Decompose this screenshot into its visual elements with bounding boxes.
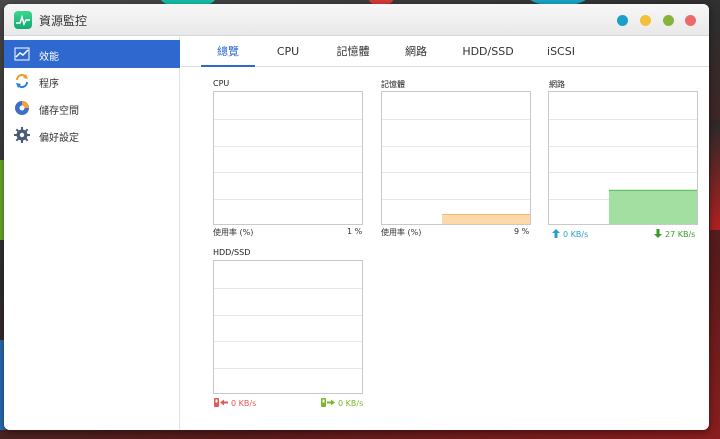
resource-monitor-app-icon: [14, 11, 32, 29]
memory-usage-chart: [381, 91, 531, 225]
tab-bar: 總覽 CPU 記憶體 網路 HDD/SSD iSCSI: [181, 37, 709, 67]
network-upload-value: 0 KB/s: [563, 230, 589, 239]
desktop-wallpaper-edge: [710, 120, 720, 230]
tab-overview[interactable]: 總覽: [201, 37, 255, 67]
cpu-usage-value: 1 %: [347, 227, 363, 236]
disk-write-icon: [321, 398, 335, 407]
performance-chart-icon: [14, 46, 30, 62]
cpu-panel-title: CPU: [213, 79, 230, 88]
network-upload-rate: 0 KB/s: [552, 229, 588, 239]
disk-throughput-chart: [213, 260, 363, 394]
memory-usage-label: 使用率 (%): [381, 228, 422, 237]
sidebar-item-performance[interactable]: 效能: [4, 40, 180, 68]
tab-memory[interactable]: 記憶體: [327, 37, 379, 67]
tab-hdd-ssd[interactable]: HDD/SSD: [453, 37, 523, 67]
memory-panel-title: 記憶體: [381, 80, 405, 89]
memory-usage-value: 9 %: [514, 227, 530, 236]
sidebar-item-label: 偏好設定: [39, 133, 79, 144]
maximize-button[interactable]: [663, 15, 674, 26]
info-button[interactable]: [617, 15, 628, 26]
network-panel-title: 網路: [549, 80, 565, 89]
network-throughput-chart: [548, 91, 698, 225]
disk-read-icon: [214, 398, 228, 407]
network-download-rate: 27 KB/s: [654, 229, 695, 239]
disk-read-value: 0 KB/s: [231, 399, 257, 408]
memory-usage-graph: [382, 119, 530, 224]
sidebar-item-preferences[interactable]: 偏好設定: [4, 121, 180, 149]
cpu-usage-graph: [214, 119, 363, 225]
close-button[interactable]: [685, 15, 696, 26]
sidebar-item-label: 儲存空間: [39, 106, 79, 117]
storage-disk-icon: [14, 100, 30, 116]
sidebar-item-label: 程序: [39, 79, 59, 90]
disk-panel-title: HDD/SSD: [213, 248, 251, 257]
main-content: 總覽 CPU 記憶體 網路 HDD/SSD iSCSI CPU 使用率 (%) …: [181, 37, 709, 430]
tab-network[interactable]: 網路: [393, 37, 439, 67]
download-arrow-icon: [654, 229, 662, 238]
network-throughput-graph: [549, 119, 697, 224]
minimize-button[interactable]: [640, 15, 651, 26]
disk-read-rate: 0 KB/s: [214, 398, 256, 408]
memory-usage-area: [442, 213, 530, 224]
network-throughput-area: [609, 189, 697, 224]
tab-iscsi[interactable]: iSCSI: [537, 37, 585, 67]
window-title: 資源監控: [39, 14, 88, 28]
resource-monitor-window: 資源監控 效能 程序 儲存空間 偏好設定 總覽 CPU 記憶體 網路 HDD/S…: [4, 4, 709, 430]
cpu-usage-area: [274, 224, 363, 225]
sidebar: 效能 程序 儲存空間 偏好設定: [4, 37, 180, 430]
disk-throughput-area: [274, 393, 363, 394]
cpu-usage-chart: [213, 91, 363, 225]
disk-write-value: 0 KB/s: [338, 399, 364, 408]
title-bar[interactable]: 資源監控: [4, 4, 709, 36]
cpu-usage-label: 使用率 (%): [213, 228, 254, 237]
upload-arrow-icon: [552, 229, 560, 238]
disk-throughput-graph: [214, 288, 363, 394]
tab-cpu[interactable]: CPU: [263, 37, 313, 67]
sidebar-item-label: 效能: [39, 52, 59, 63]
sidebar-item-storage[interactable]: 儲存空間: [4, 94, 180, 122]
network-download-value: 27 KB/s: [665, 230, 696, 239]
process-cycle-icon: [14, 73, 30, 89]
gear-icon: [14, 127, 30, 143]
sidebar-item-processes[interactable]: 程序: [4, 67, 180, 95]
disk-write-rate: 0 KB/s: [321, 398, 363, 408]
